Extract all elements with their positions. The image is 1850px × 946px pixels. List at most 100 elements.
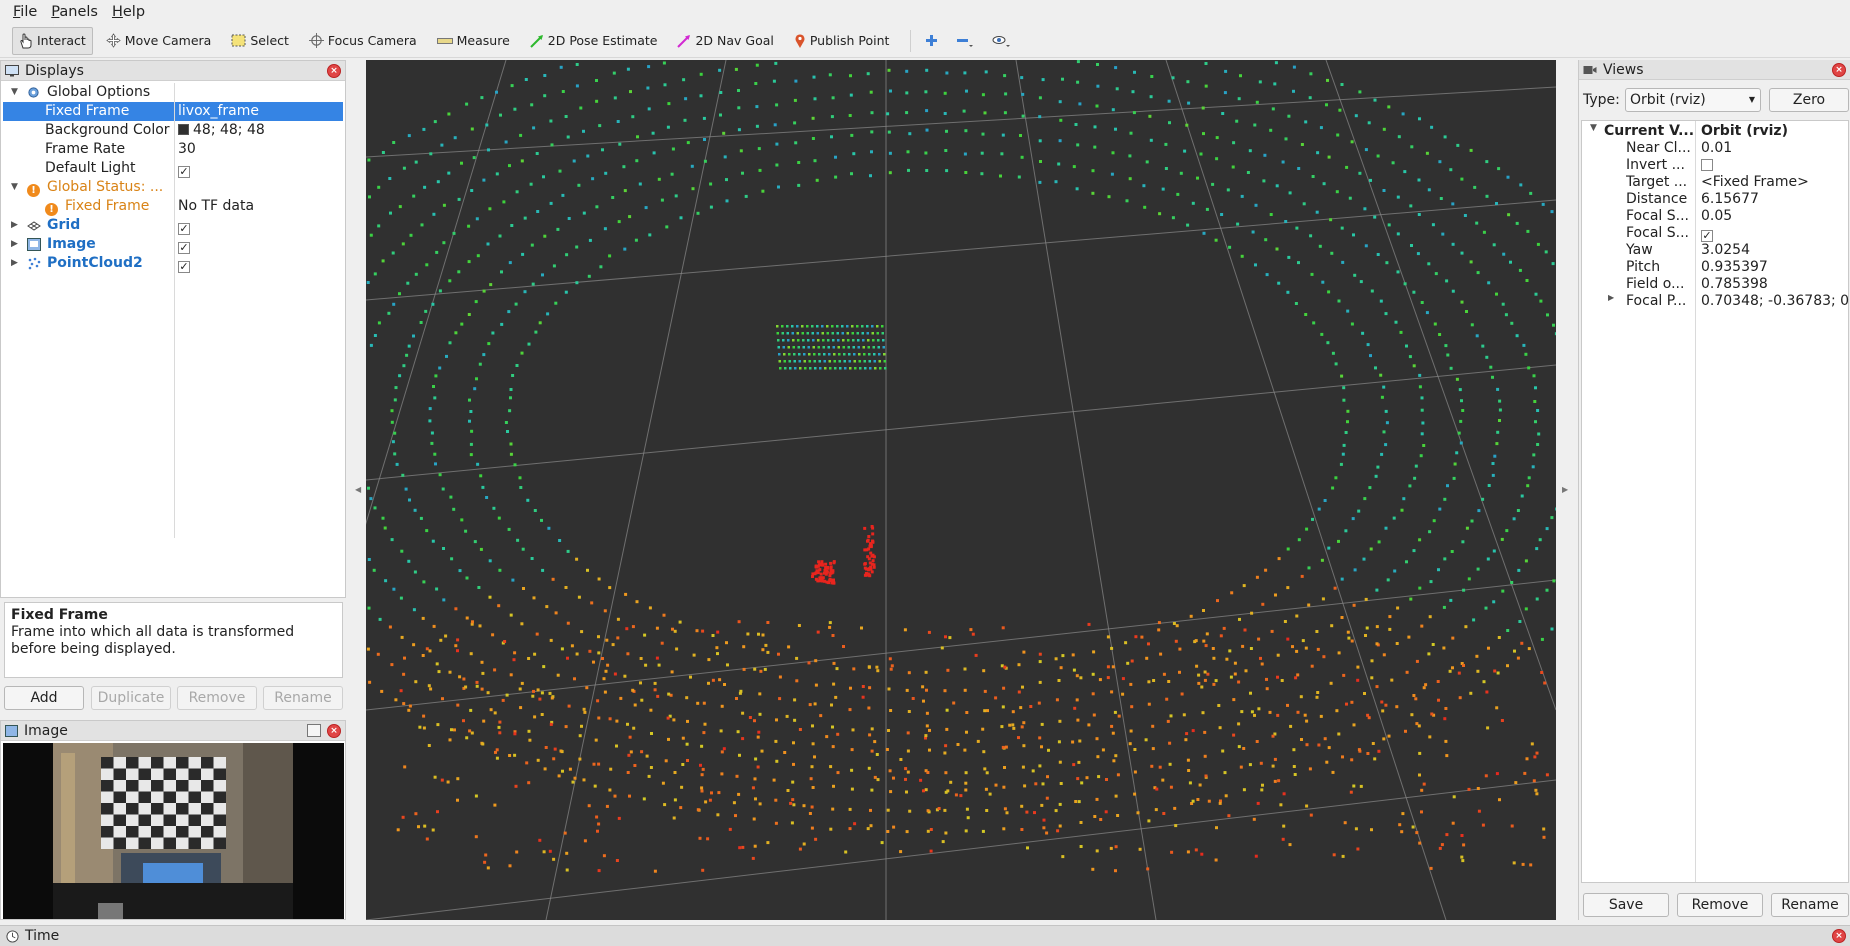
view-prop-value[interactable]: 6.15677: [1701, 191, 1850, 207]
focus-camera-tool-button[interactable]: Focus Camera: [302, 27, 424, 55]
view-prop-value[interactable]: 0.01: [1701, 140, 1850, 156]
tree-row-global-status[interactable]: ▼ ! Global Status: ...: [3, 178, 343, 197]
remove-display-button[interactable]: Remove: [177, 686, 257, 710]
close-icon[interactable]: ×: [327, 724, 341, 738]
view-prop-row[interactable]: Field o... 0.785398: [1584, 276, 1850, 293]
save-view-button[interactable]: Save: [1583, 893, 1669, 917]
expand-caret-icon[interactable]: ▼: [11, 83, 18, 102]
view-prop-row[interactable]: Target ... <Fixed Frame>: [1584, 174, 1850, 191]
view-prop-row[interactable]: ▼ Current V... Orbit (rviz): [1584, 123, 1850, 140]
lidar-point: [1522, 343, 1526, 347]
tree-row-global-options[interactable]: ▼ Global Options: [3, 83, 343, 102]
lidar-point: [1387, 734, 1391, 738]
3d-viewport[interactable]: [366, 60, 1556, 920]
tree-row-default-light[interactable]: Default Light ✓: [3, 159, 343, 178]
view-prop-row[interactable]: Focal S... ✓: [1584, 225, 1850, 242]
select-tool-button[interactable]: Select: [224, 27, 296, 55]
rename-view-button[interactable]: Rename: [1771, 893, 1849, 917]
view-prop-value[interactable]: <Fixed Frame>: [1701, 174, 1850, 190]
lidar-point: [535, 152, 539, 155]
collapse-right-arrow-icon[interactable]: ▶: [1562, 485, 1568, 494]
lidar-point: [1151, 724, 1155, 728]
view-prop-value[interactable]: 3.0254: [1701, 242, 1850, 258]
view-prop-row[interactable]: Invert ...: [1584, 157, 1850, 174]
view-prop-row[interactable]: Focal S... 0.05: [1584, 208, 1850, 225]
lidar-point: [373, 334, 377, 337]
tool-properties-button[interactable]: [986, 27, 1022, 55]
tree-row-fixed-frame[interactable]: Fixed Frame livox_frame: [3, 102, 343, 121]
lidar-point: [1155, 787, 1159, 791]
lidar-point: [696, 701, 700, 705]
collapse-left-arrow-icon[interactable]: ◀: [355, 485, 361, 494]
duplicate-display-button[interactable]: Duplicate: [91, 686, 171, 710]
expand-caret-icon[interactable]: ▼: [1590, 123, 1597, 133]
menu-panels[interactable]: Panels: [44, 4, 105, 20]
view-prop-value[interactable]: 0.935397: [1701, 259, 1850, 275]
focal-shape-checkbox[interactable]: ✓: [1701, 230, 1713, 242]
view-prop-row[interactable]: ▶ Focal P... 0.70348; -0.36783; 0...: [1584, 293, 1850, 310]
view-prop-value[interactable]: 0.70348; -0.36783; 0...: [1701, 293, 1850, 309]
remove-tool-button[interactable]: [950, 27, 984, 55]
tree-row-pointcloud2[interactable]: ▶ PointCloud2 ✓: [3, 254, 343, 273]
move-camera-tool-button[interactable]: Move Camera: [99, 27, 219, 55]
nav-goal-tool-button[interactable]: 2D Nav Goal: [670, 27, 780, 55]
undock-icon[interactable]: [307, 724, 321, 737]
close-icon[interactable]: ×: [1832, 63, 1846, 77]
view-prop-row[interactable]: Yaw 3.0254: [1584, 242, 1850, 259]
background-color-value[interactable]: 48; 48; 48: [178, 121, 265, 140]
pointcloud2-enabled-checkbox[interactable]: ✓: [178, 261, 190, 273]
tree-row-grid[interactable]: ▶ Grid ✓: [3, 216, 343, 235]
tree-row-label: Fixed Frame: [65, 198, 150, 214]
publish-point-tool-button[interactable]: Publish Point: [787, 27, 897, 55]
view-prop-row[interactable]: Near Cl... 0.01: [1584, 140, 1850, 157]
tree-row-frame-rate[interactable]: Frame Rate 30: [3, 140, 343, 159]
lidar-point: [1344, 529, 1348, 533]
frame-rate-value[interactable]: 30: [178, 140, 196, 159]
lidar-point: [515, 364, 519, 367]
add-tool-button[interactable]: [919, 27, 948, 55]
lidar-point: [1223, 771, 1227, 775]
lidar-point: [402, 702, 406, 706]
lidar-point: [1003, 111, 1007, 115]
lidar-point: [460, 322, 464, 326]
zero-view-button[interactable]: Zero: [1769, 88, 1849, 112]
tree-row-background-color[interactable]: Background Color 48; 48; 48: [3, 121, 343, 140]
collapsed-caret-icon[interactable]: ▶: [11, 254, 18, 273]
lidar-point: [469, 453, 473, 457]
invert-z-checkbox[interactable]: [1701, 159, 1713, 171]
interact-tool-button[interactable]: Interact: [12, 26, 93, 55]
rename-display-button[interactable]: Rename: [263, 686, 343, 710]
lidar-point: [440, 143, 444, 147]
measure-tool-button[interactable]: Measure: [430, 27, 517, 55]
view-prop-value[interactable]: 0.785398: [1701, 276, 1850, 292]
view-type-select[interactable]: Orbit (rviz) ▼: [1625, 88, 1761, 112]
pose-estimate-tool-button[interactable]: 2D Pose Estimate: [523, 27, 665, 55]
lidar-point: [372, 568, 376, 572]
default-light-checkbox[interactable]: ✓: [178, 166, 190, 178]
view-prop-row[interactable]: Pitch 0.935397: [1584, 259, 1850, 276]
add-display-button[interactable]: Add: [4, 686, 84, 710]
lidar-point: [1218, 801, 1222, 805]
close-icon[interactable]: ×: [327, 64, 341, 78]
camera-image-view[interactable]: [3, 743, 344, 919]
lidar-point: [1481, 823, 1485, 827]
collapsed-caret-icon[interactable]: ▶: [11, 235, 18, 254]
collapsed-caret-icon[interactable]: ▶: [1608, 293, 1614, 302]
menu-help[interactable]: Help: [105, 4, 152, 20]
menu-file[interactable]: File: [6, 4, 44, 20]
tree-row-image[interactable]: ▶ Image ✓: [3, 235, 343, 254]
expand-caret-icon[interactable]: ▼: [11, 178, 18, 197]
lidar-point: [779, 367, 782, 370]
close-icon[interactable]: ×: [1832, 929, 1846, 943]
tree-row-status-fixed-frame[interactable]: ! Fixed Frame No TF data: [3, 197, 343, 216]
lidar-point: [1250, 611, 1254, 615]
image-enabled-checkbox[interactable]: ✓: [178, 242, 190, 254]
lidar-point: [1021, 765, 1025, 769]
default-light-value[interactable]: ✓: [178, 159, 190, 178]
grid-enabled-checkbox[interactable]: ✓: [178, 223, 190, 235]
fixed-frame-value[interactable]: livox_frame: [178, 102, 259, 121]
view-prop-value[interactable]: 0.05: [1701, 208, 1850, 224]
collapsed-caret-icon[interactable]: ▶: [11, 216, 18, 235]
view-prop-row[interactable]: Distance 6.15677: [1584, 191, 1850, 208]
remove-view-button[interactable]: Remove: [1677, 893, 1763, 917]
